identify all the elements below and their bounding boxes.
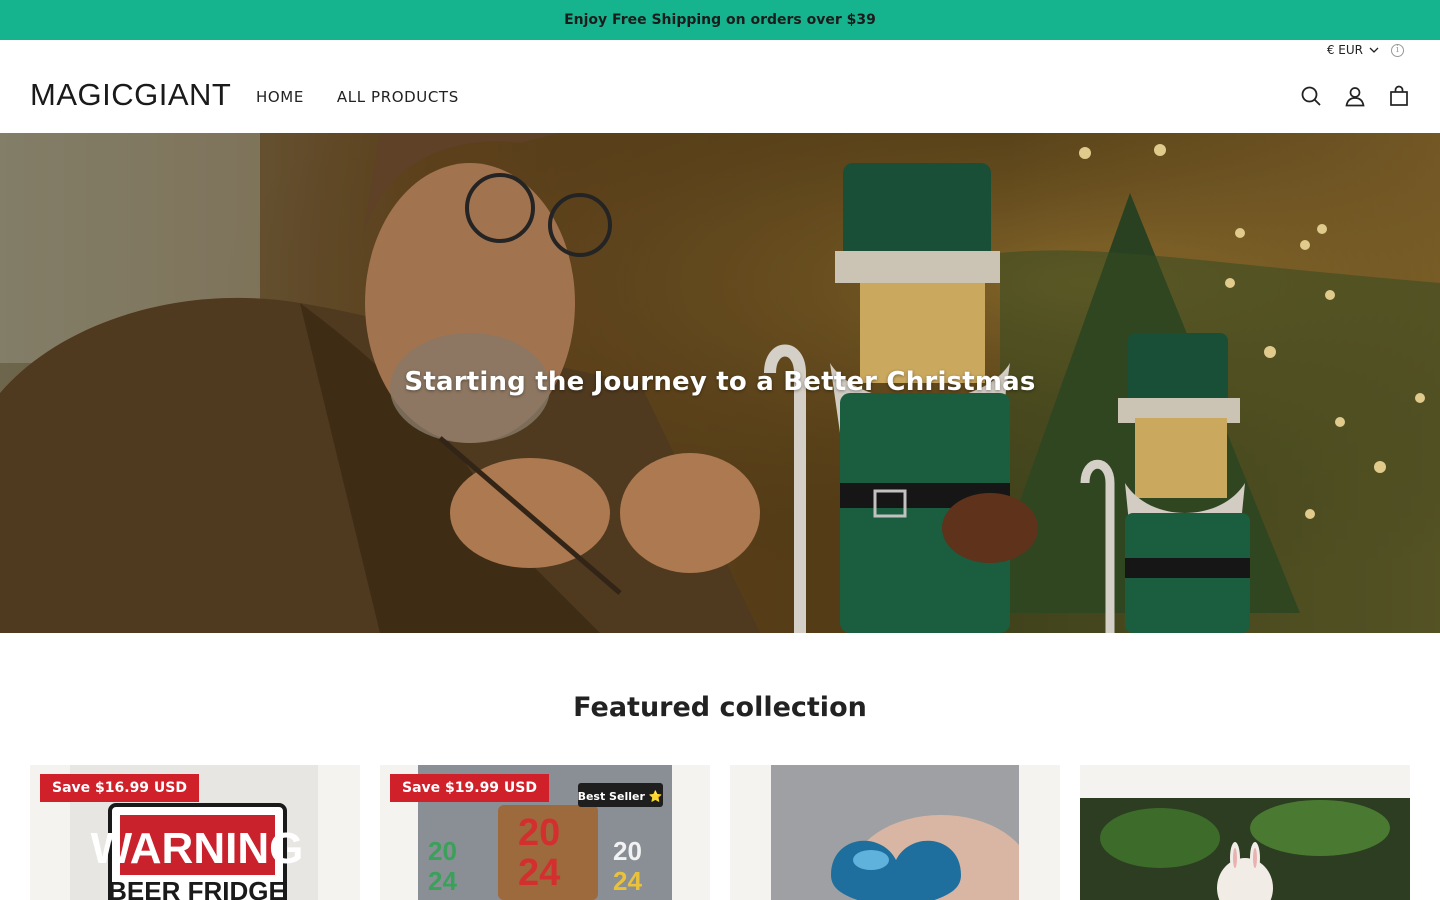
product-card[interactable]: WARNING BEER FRIDGE Save $16.99 USD bbox=[30, 765, 360, 900]
main-nav: HOME ALL PRODUCTS bbox=[256, 88, 459, 106]
year-text-top: 20 bbox=[518, 812, 560, 854]
nav-all-products[interactable]: ALL PRODUCTS bbox=[337, 88, 459, 106]
hero-title: Starting the Journey to a Better Christm… bbox=[404, 367, 1036, 397]
featured-collection-title: Featured collection bbox=[573, 692, 867, 723]
product-grid: WARNING BEER FRIDGE Save $16.99 USD 20 2… bbox=[30, 765, 1410, 900]
hero-banner[interactable]: Starting the Journey to a Better Christm… bbox=[0, 133, 1440, 633]
nav-home[interactable]: HOME bbox=[256, 88, 304, 106]
chevron-down-icon bbox=[1369, 47, 1379, 53]
site-logo[interactable]: MAGICGIANT bbox=[30, 77, 231, 113]
svg-text:24: 24 bbox=[428, 866, 457, 896]
announcement-text: Enjoy Free Shipping on orders over $39 bbox=[564, 12, 876, 28]
year-text-bottom: 24 bbox=[518, 852, 560, 894]
currency-label: € EUR bbox=[1326, 43, 1363, 57]
announcement-bar: Enjoy Free Shipping on orders over $39 bbox=[0, 0, 1440, 40]
product-card[interactable]: 20 24 20 24 20 24 Best Seller ⭐ Save $19… bbox=[380, 765, 710, 900]
sign-warning-text: WARNING bbox=[91, 824, 304, 873]
site-header: € EUR i MAGICGIANT HOME ALL PRODUCTS bbox=[0, 40, 1440, 133]
account-icon[interactable] bbox=[1344, 85, 1366, 107]
info-icon[interactable]: i bbox=[1391, 43, 1404, 57]
svg-text:24: 24 bbox=[613, 866, 642, 896]
sale-badge: Save $16.99 USD bbox=[40, 774, 199, 802]
svg-text:20: 20 bbox=[428, 836, 457, 866]
sign-beer-fridge-text: BEER FRIDGE bbox=[108, 876, 286, 900]
product-image bbox=[771, 765, 1019, 900]
product-image bbox=[1080, 798, 1410, 900]
svg-text:20: 20 bbox=[613, 836, 642, 866]
sale-badge: Save $19.99 USD bbox=[390, 774, 549, 802]
currency-selector[interactable]: € EUR i bbox=[1327, 43, 1404, 57]
search-icon[interactable] bbox=[1300, 85, 1322, 107]
header-icons bbox=[1300, 85, 1410, 107]
cart-icon[interactable] bbox=[1388, 85, 1410, 107]
product-card[interactable] bbox=[730, 765, 1060, 900]
product-card[interactable] bbox=[1080, 765, 1410, 900]
best-seller-tag: Best Seller ⭐ bbox=[578, 790, 663, 803]
